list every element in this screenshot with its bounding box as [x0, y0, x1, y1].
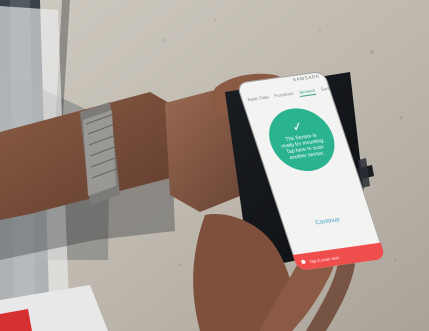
photo-scene: SAMSARA Basic Data Functions Sensors Sum… [0, 0, 429, 331]
sensor-status-message: The Sensor is ready for mounting. Tap he… [280, 132, 326, 162]
scene-background [0, 0, 429, 331]
continue-button[interactable]: Continue [283, 213, 373, 231]
sensor-status-card[interactable]: ✓ The Sensor is ready for mounting. Tap … [260, 104, 344, 176]
tab-functions[interactable]: Functions [274, 91, 295, 101]
check-icon: ✓ [290, 118, 305, 135]
info-icon [300, 259, 307, 265]
tab-sensors[interactable]: Sensors [298, 87, 317, 97]
tab-basic-data[interactable]: Basic Data [247, 94, 270, 104]
footer-label: Tap to scan next [308, 254, 340, 264]
